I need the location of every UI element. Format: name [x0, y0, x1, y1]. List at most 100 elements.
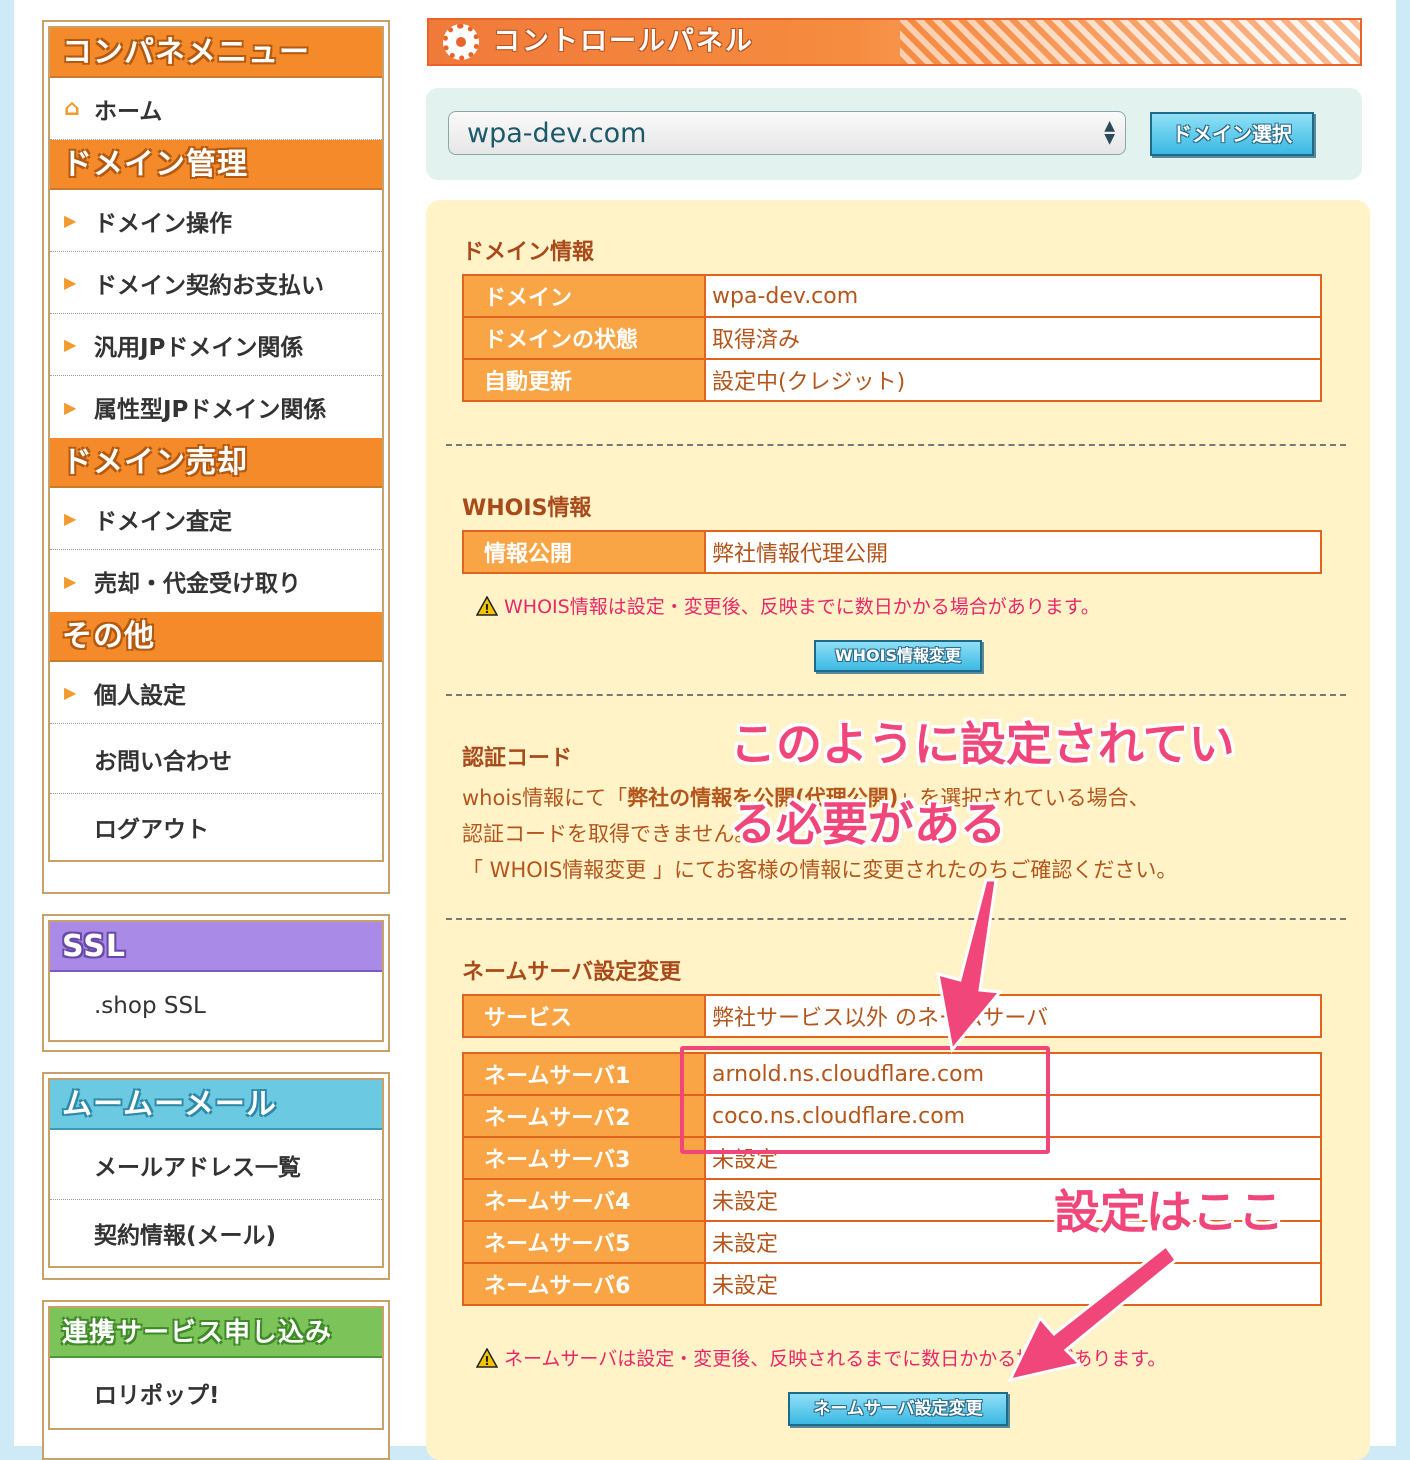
- sidebar-mail: ムームーメール メールアドレス一覧 契約情報(メール): [42, 1072, 390, 1280]
- warning-icon: !: [476, 595, 498, 616]
- sidebar-linked-services: 連携サービス申し込み ロリポップ!: [42, 1300, 390, 1460]
- table-key: ネームサーバ4: [462, 1178, 706, 1222]
- sidebar-item-label: 個人設定: [94, 682, 186, 709]
- sidebar-item-contact[interactable]: お問い合わせ: [50, 724, 382, 794]
- sidebar-item-label: お問い合わせ: [94, 748, 232, 775]
- sidebar-ssl: SSL .shop SSL: [42, 914, 390, 1052]
- sidebar-item-label: 汎用JPドメイン関係: [94, 334, 304, 361]
- svg-text:!: !: [484, 1354, 489, 1368]
- domain-select-area: wpa-dev.com ▲ ▼ ドメイン選択: [426, 88, 1362, 180]
- domain-info-table: ドメイン wpa-dev.com ドメインの状態 取得済み 自動更新 設定中(クレジッ…: [462, 274, 1322, 402]
- domain-select-value: wpa-dev.com: [467, 118, 647, 149]
- table-value: 弊社情報代理公開: [704, 530, 1322, 574]
- sidebar-item-sale-payment[interactable]: ▶ 売却・代金受け取り: [50, 550, 382, 612]
- divider: [446, 918, 1346, 920]
- sidebar-item-logout[interactable]: ログアウト: [50, 794, 382, 860]
- table-key: ネームサーバ3: [462, 1136, 706, 1180]
- sidebar-mail-title: ムームーメール: [50, 1080, 382, 1130]
- table-row: ドメイン wpa-dev.com: [462, 274, 1322, 318]
- table-row: サービス 弊社サービス以外 のネームサーバ: [462, 994, 1322, 1038]
- sidebar-item-general-jp[interactable]: ▶ 汎用JPドメイン関係: [50, 314, 382, 376]
- table-key: ネームサーバ6: [462, 1262, 706, 1306]
- nameserver-service-table: サービス 弊社サービス以外 のネームサーバ: [462, 994, 1322, 1038]
- auth-code-line2: 認証コードを取得できません。: [462, 822, 756, 846]
- table-row: 情報公開 弊社情報代理公開: [462, 530, 1322, 574]
- arrow-right-icon: ▶: [64, 211, 77, 230]
- sidebar-section-domain-sale: ドメイン売却: [50, 438, 382, 488]
- annotation-note1-line2: る必要がある: [730, 797, 1006, 851]
- sidebar-item-label: 契約情報(メール): [94, 1223, 277, 1249]
- sidebar-item-attribute-jp[interactable]: ▶ 属性型JPドメイン関係: [50, 376, 382, 438]
- sidebar-section-other: その他: [50, 612, 382, 662]
- table-value: 未設定: [704, 1262, 1322, 1306]
- sidebar-item-label: ドメイン査定: [94, 508, 232, 535]
- table-key: 情報公開: [462, 530, 706, 574]
- sidebar-item-label: ホーム: [94, 98, 163, 125]
- warning-icon: !: [476, 1347, 498, 1368]
- sidebar-item-shop-ssl[interactable]: .shop SSL: [50, 972, 382, 1040]
- select-arrows-icon: ▲ ▼: [1104, 118, 1115, 147]
- table-key: ネームサーバ5: [462, 1220, 706, 1264]
- table-key: ドメイン: [462, 274, 706, 318]
- nameserver-warning: ! ネームサーバは設定・変更後、反映されるまでに数日かかる場合があります。: [476, 1344, 1166, 1371]
- auth-code-title: 認証コード: [462, 746, 573, 771]
- sidebar-menu: コンパネメニュー ⌂ ホーム ドメイン管理 ▶ ドメイン操作 ▶ ドメイン契約お支払…: [42, 20, 390, 894]
- control-panel-banner: コントロールパネル: [427, 18, 1362, 66]
- sidebar-item-label: ドメイン契約お支払い: [94, 272, 324, 299]
- home-icon: ⌂: [64, 96, 80, 121]
- whois-table: 情報公開 弊社情報代理公開: [462, 530, 1322, 574]
- auth-code-line3: 「 WHOIS情報変更 」にてお客様の情報に変更されたのちご確認ください。: [462, 858, 1178, 882]
- table-value: 弊社サービス以外 のネームサーバ: [704, 994, 1322, 1038]
- sidebar-item-label: ログアウト: [94, 817, 209, 843]
- sidebar-section-domain-management: ドメイン管理: [50, 140, 382, 190]
- table-row: ドメインの状態 取得済み: [462, 316, 1322, 360]
- domain-select[interactable]: wpa-dev.com ▲ ▼: [448, 111, 1126, 155]
- svg-text:!: !: [484, 602, 489, 616]
- domain-select-button[interactable]: ドメイン選択: [1150, 112, 1314, 156]
- warning-text: WHOIS情報は設定・変更後、反映までに数日かかる場合があります。: [504, 596, 1100, 618]
- annotation-note2: 設定はここ: [1054, 1185, 1284, 1239]
- whois-title: WHOIS情報: [462, 496, 592, 521]
- sidebar-ssl-title: SSL: [50, 922, 382, 972]
- warning-text: ネームサーバは設定・変更後、反映されるまでに数日かかる場合があります。: [504, 1348, 1167, 1370]
- banner-pattern: [900, 20, 1360, 64]
- table-key: サービス: [462, 994, 706, 1038]
- nameserver-change-button[interactable]: ネームサーバ設定変更: [788, 1392, 1008, 1426]
- sidebar-item-label: ドメイン操作: [94, 210, 232, 237]
- sidebar-item-domain-operation[interactable]: ▶ ドメイン操作: [50, 190, 382, 252]
- table-row: 自動更新 設定中(クレジット): [462, 358, 1322, 402]
- sidebar-menu-title: コンパネメニュー: [50, 28, 382, 78]
- arrow-right-icon: ▶: [64, 397, 77, 417]
- table-value: wpa-dev.com: [704, 274, 1322, 318]
- sidebar-item-label: 売却・代金受け取り: [94, 571, 301, 597]
- sidebar-item-domain-payment[interactable]: ▶ ドメイン契約お支払い: [50, 252, 382, 314]
- sidebar-item-label: 属性型JPドメイン関係: [94, 397, 327, 423]
- domain-info-title: ドメイン情報: [462, 240, 595, 265]
- arrow-right-icon: ▶: [64, 571, 77, 591]
- sidebar-linked-title: 連携サービス申し込み: [50, 1308, 382, 1358]
- whois-warning: ! WHOIS情報は設定・変更後、反映までに数日かかる場合があります。: [476, 592, 1100, 619]
- page-title: コントロールパネル: [493, 26, 754, 57]
- gear-icon: [443, 24, 479, 60]
- table-key: ネームサーバ1: [462, 1052, 706, 1096]
- whois-change-button[interactable]: WHOIS情報変更: [814, 640, 982, 672]
- arrow-right-icon: ▶: [64, 509, 77, 528]
- arrow-right-icon: ▶: [64, 273, 77, 292]
- table-value: 設定中(クレジット): [704, 358, 1322, 402]
- sidebar-item-label: ロリポップ!: [94, 1383, 220, 1409]
- sidebar-item-mail-contract[interactable]: 契約情報(メール): [50, 1200, 382, 1266]
- nameserver-highlight-box: [680, 1046, 1050, 1154]
- arrow-right-icon: ▶: [64, 335, 77, 354]
- text: whois情報にて「: [462, 786, 628, 810]
- sidebar-item-label: .shop SSL: [94, 993, 206, 1019]
- sidebar-item-home[interactable]: ⌂ ホーム: [50, 78, 382, 140]
- divider: [446, 694, 1346, 696]
- sidebar-item-lolipop[interactable]: ロリポップ!: [50, 1358, 382, 1428]
- sidebar-item-domain-appraisal[interactable]: ▶ ドメイン査定: [50, 488, 382, 550]
- sidebar-item-personal-settings[interactable]: ▶ 個人設定: [50, 662, 382, 724]
- table-key: 自動更新: [462, 358, 706, 402]
- sidebar-item-mail-list[interactable]: メールアドレス一覧: [50, 1130, 382, 1200]
- table-key: ドメインの状態: [462, 316, 706, 360]
- arrow-right-icon: ▶: [64, 683, 77, 702]
- table-row: ネームサーバ6 未設定: [462, 1262, 1322, 1306]
